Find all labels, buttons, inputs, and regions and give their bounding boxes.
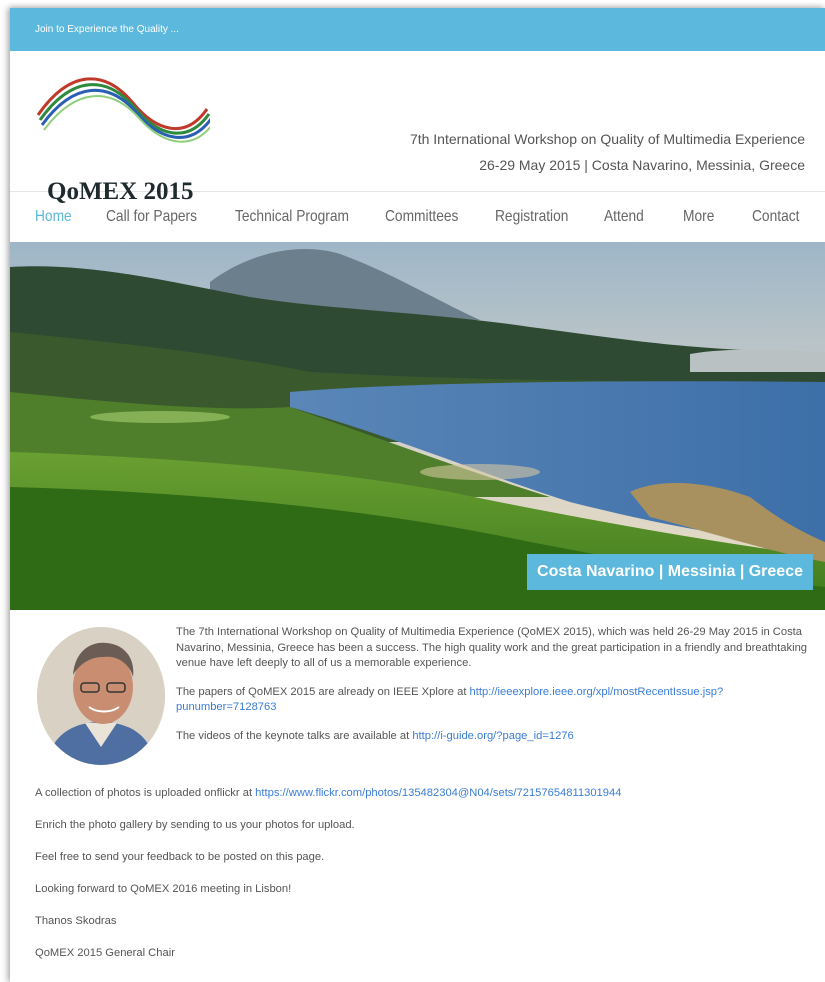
chair-name: Thanos Skodras	[35, 915, 117, 927]
keynote-videos-link[interactable]: http://i-guide.org/?page_id=1276	[412, 730, 573, 742]
nav-committees[interactable]: Committees	[385, 208, 458, 226]
logo-waves-icon	[36, 77, 210, 143]
flickr-link[interactable]: https://www.flickr.com/photos/135482304@…	[255, 787, 621, 799]
nav-contact[interactable]: Contact	[752, 208, 799, 226]
announcements: A collection of photos is uploaded onfli…	[35, 786, 815, 978]
workshop-date-location: 26-29 May 2015 | Costa Navarino, Messini…	[479, 157, 805, 173]
hero-banner: Costa Navarino | Messinia | Greece	[10, 242, 825, 610]
photos-text: A collection of photos is uploaded onfli…	[35, 787, 256, 799]
papers-paragraph: The papers of QoMEX 2015 are already on …	[176, 685, 816, 716]
videos-text: The videos of the keynote talks are avai…	[176, 729, 413, 742]
videos-paragraph: The videos of the keynote talks are avai…	[176, 729, 816, 745]
top-bar: Join to Experience the Quality ...	[10, 8, 825, 51]
logo-text: QoMEX 2015	[47, 178, 194, 205]
intro-text: The 7th International Workshop on Qualit…	[176, 625, 816, 757]
chair-role: QoMEX 2015 General Chair	[35, 947, 175, 959]
tagline: Join to Experience the Quality ...	[35, 24, 179, 35]
logo[interactable]: QoMEX 2015	[30, 73, 215, 205]
hero-caption: Costa Navarino | Messinia | Greece	[527, 554, 813, 590]
nav-home[interactable]: Home	[35, 208, 72, 226]
lisbon-paragraph: Looking forward to QoMEX 2016 meeting in…	[35, 883, 292, 895]
header: QoMEX 2015 7th International Workshop on…	[10, 51, 825, 205]
papers-text: The papers of QoMEX 2015 are already on …	[176, 685, 470, 698]
nav-more[interactable]: More	[683, 208, 714, 226]
nav-technical-program[interactable]: Technical Program	[235, 208, 349, 226]
page: Join to Experience the Quality ... QoMEX…	[10, 8, 825, 982]
workshop-title: 7th International Workshop on Quality of…	[409, 131, 805, 147]
nav-registration[interactable]: Registration	[495, 208, 568, 226]
enrich-paragraph: Enrich the photo gallery by sending to u…	[35, 819, 355, 831]
feedback-paragraph: Feel free to send your feedback to be po…	[35, 851, 325, 863]
intro-paragraph: The 7th International Workshop on Qualit…	[176, 626, 808, 669]
photos-paragraph: A collection of photos is uploaded onfli…	[35, 786, 815, 801]
chair-photo	[37, 627, 165, 765]
nav-call-for-papers[interactable]: Call for Papers	[106, 208, 197, 226]
person-portrait-icon	[37, 627, 165, 765]
nav-attend[interactable]: Attend	[604, 208, 644, 226]
